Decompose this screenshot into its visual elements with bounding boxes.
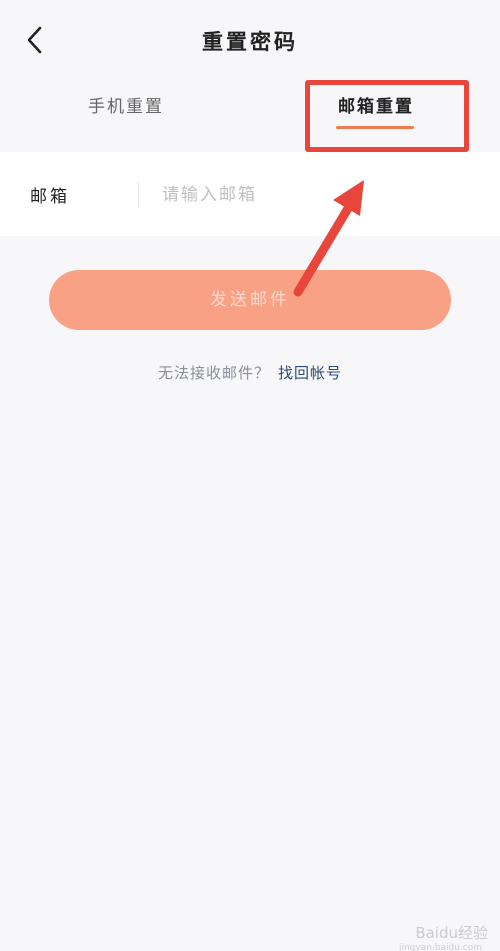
send-email-button[interactable]: 发送邮件 [49,270,451,330]
help-row: 无法接收邮件？ 找回帐号 [0,362,500,383]
page-title: 重置密码 [202,30,298,54]
help-text: 无法接收邮件？ [157,364,270,382]
email-form-row: 邮箱 [0,152,500,236]
annotation-highlight-box [305,80,469,152]
watermark-url: jingyan.baidu.com [398,943,482,951]
field-divider [138,182,139,208]
email-input[interactable] [160,174,474,216]
tab-phone-reset[interactable]: 手机重置 [88,92,164,117]
watermark-logo: Baidu经验 [415,924,488,942]
reset-password-screen: 重置密码 手机重置 邮箱重置 邮箱 发送邮件 无法接收邮件？找回帐号 Baidu… [0,0,500,951]
email-label: 邮箱 [30,187,70,207]
recover-account-link[interactable]: 找回帐号 [278,364,342,382]
